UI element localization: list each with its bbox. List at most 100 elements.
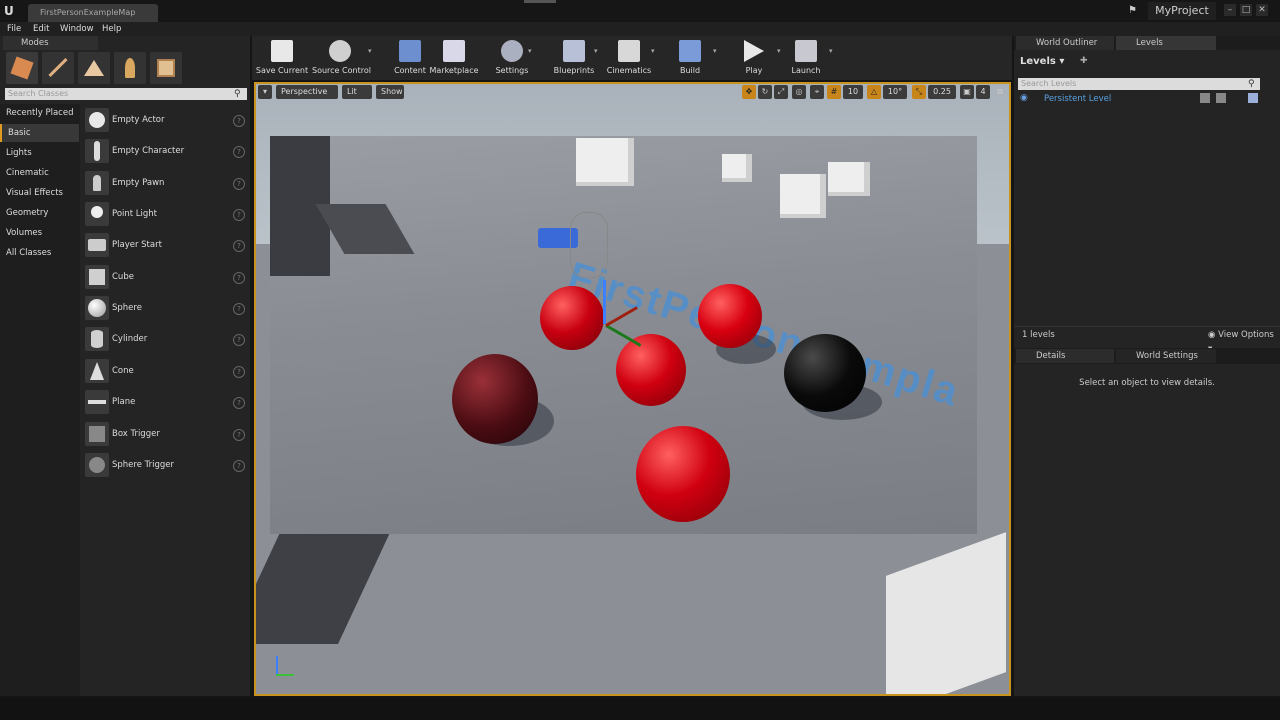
help-icon[interactable]: ?	[233, 272, 245, 284]
help-icon[interactable]: ?	[233, 240, 245, 252]
tab-levels[interactable]: Levels	[1116, 36, 1216, 50]
grid-snap-icon[interactable]: #	[827, 85, 841, 99]
marketplace-button[interactable]: Marketplace	[426, 38, 482, 78]
cube-actor[interactable]	[576, 138, 634, 186]
search-icon[interactable]: ⚲	[234, 88, 246, 100]
maximize-viewport-icon[interactable]: ⧉	[995, 85, 1005, 99]
feedback-icon[interactable]: ⚑	[1128, 5, 1140, 17]
cube-icon[interactable]	[85, 265, 109, 289]
help-icon[interactable]: ?	[233, 334, 245, 346]
map-tab[interactable]: FirstPersonExampleMap	[28, 4, 158, 22]
class-item-cube[interactable]: Cube	[112, 270, 222, 284]
cube-actor[interactable]	[828, 162, 870, 196]
landscape-mode-icon[interactable]	[78, 52, 110, 84]
surface-snap-icon[interactable]: ⌖	[810, 85, 824, 99]
category-all-classes[interactable]: All Classes	[0, 244, 79, 262]
search-levels-input[interactable]: Search Levels	[1018, 78, 1260, 90]
red-sphere[interactable]	[616, 334, 686, 406]
scale-snap-value[interactable]: 0.25	[928, 85, 956, 99]
place-mode-icon[interactable]	[6, 52, 38, 84]
lit-button[interactable]: Lit	[342, 85, 372, 99]
cinematics-dropdown-icon[interactable]: ▾	[651, 48, 657, 55]
tab-world-settings[interactable]: World Settings	[1116, 349, 1216, 363]
rotate-tool-icon[interactable]: ↻	[758, 85, 772, 99]
player-start-capsule[interactable]	[570, 212, 608, 278]
launch-dropdown-icon[interactable]: ▾	[829, 48, 835, 55]
close-button[interactable]: ✕	[1256, 4, 1268, 16]
gizmo-z-axis[interactable]	[603, 280, 606, 324]
red-sphere[interactable]	[636, 426, 730, 522]
help-icon[interactable]: ?	[233, 303, 245, 315]
persistent-level-item[interactable]: Persistent Level	[1044, 93, 1164, 105]
category-volumes[interactable]: Volumes	[0, 224, 79, 242]
class-item-point-light[interactable]: Point Light	[112, 207, 222, 221]
category-visual-effects[interactable]: Visual Effects	[0, 184, 79, 202]
geometry-edit-mode-icon[interactable]	[150, 52, 182, 84]
camera-speed-icon[interactable]: ▣	[960, 85, 974, 99]
scale-snap-icon[interactable]: ⤡	[912, 85, 926, 99]
blueprints-dropdown-icon[interactable]: ▾	[594, 48, 600, 55]
class-item-empty-character[interactable]: Empty Character	[112, 144, 222, 158]
scale-tool-icon[interactable]: ⤢	[774, 85, 788, 99]
camera-speed-value[interactable]: 4	[976, 85, 990, 99]
tab-world-outliner[interactable]: World Outliner	[1016, 36, 1114, 50]
help-icon[interactable]: ?	[233, 366, 245, 378]
class-item-empty-pawn[interactable]: Empty Pawn	[112, 176, 222, 190]
class-item-sphere-trigger[interactable]: Sphere Trigger	[112, 458, 222, 472]
visibility-eye-icon[interactable]: ◉	[1020, 93, 1032, 105]
help-icon[interactable]: ?	[233, 209, 245, 221]
class-item-cone[interactable]: Cone	[112, 364, 222, 378]
search-classes-input[interactable]: Search Classes	[5, 88, 247, 100]
box-trigger-icon[interactable]	[85, 422, 109, 446]
modes-tab[interactable]: Modes	[3, 36, 98, 50]
plane-icon[interactable]	[85, 390, 109, 414]
level-save-icon[interactable]	[1216, 93, 1226, 103]
save-current-button[interactable]: Save Current	[254, 38, 310, 78]
cube-actor[interactable]	[722, 154, 752, 182]
class-item-sphere[interactable]: Sphere	[112, 301, 222, 315]
red-sphere[interactable]	[698, 284, 762, 348]
rotation-snap-value[interactable]: 10°	[883, 85, 907, 99]
class-item-empty-actor[interactable]: Empty Actor	[112, 113, 222, 127]
red-sphere[interactable]	[540, 286, 604, 350]
paint-mode-icon[interactable]	[42, 52, 74, 84]
launch-button[interactable]: Launch	[778, 38, 834, 78]
point-light-icon[interactable]	[85, 202, 109, 226]
category-geometry[interactable]: Geometry	[0, 204, 79, 222]
settings-button[interactable]: Settings	[484, 38, 540, 78]
levels-add-icon[interactable]: ✚	[1080, 56, 1092, 68]
level-lock-icon[interactable]	[1200, 93, 1210, 103]
sphere-trigger-icon[interactable]	[85, 453, 109, 477]
menu-window[interactable]: Window	[60, 22, 94, 36]
empty-actor-icon[interactable]	[85, 108, 109, 132]
cone-icon[interactable]	[85, 359, 109, 383]
help-icon[interactable]: ?	[233, 397, 245, 409]
tab-details[interactable]: Details	[1016, 349, 1114, 363]
category-lights[interactable]: Lights	[0, 144, 79, 162]
show-button[interactable]: Show	[376, 85, 404, 99]
class-item-cylinder[interactable]: Cylinder	[112, 332, 222, 346]
translate-tool-icon[interactable]: ✥	[742, 85, 756, 99]
foliage-mode-icon[interactable]	[114, 52, 146, 84]
menu-file[interactable]: File	[7, 22, 21, 36]
help-icon[interactable]: ?	[233, 146, 245, 158]
class-item-box-trigger[interactable]: Box Trigger	[112, 427, 222, 441]
search-icon[interactable]: ⚲	[1248, 78, 1260, 90]
source-control-dropdown-icon[interactable]: ▾	[368, 48, 374, 55]
sphere-icon[interactable]	[85, 296, 109, 320]
world-space-icon[interactable]: ◎	[792, 85, 806, 99]
settings-dropdown-icon[interactable]: ▾	[528, 48, 534, 55]
class-item-plane[interactable]: Plane	[112, 395, 222, 409]
maximize-button[interactable]: □	[1240, 4, 1252, 16]
help-icon[interactable]: ?	[233, 115, 245, 127]
cinematics-button[interactable]: Cinematics	[601, 38, 657, 78]
class-item-player-start[interactable]: Player Start	[112, 238, 222, 252]
play-button[interactable]: Play	[726, 38, 782, 78]
category-recently-placed[interactable]: Recently Placed	[0, 104, 79, 122]
rotation-snap-icon[interactable]: △	[867, 85, 881, 99]
help-icon[interactable]: ?	[233, 178, 245, 190]
menu-edit[interactable]: Edit	[33, 22, 49, 36]
build-button[interactable]: Build	[662, 38, 718, 78]
player-start-icon[interactable]	[85, 233, 109, 257]
empty-pawn-icon[interactable]	[85, 171, 109, 195]
